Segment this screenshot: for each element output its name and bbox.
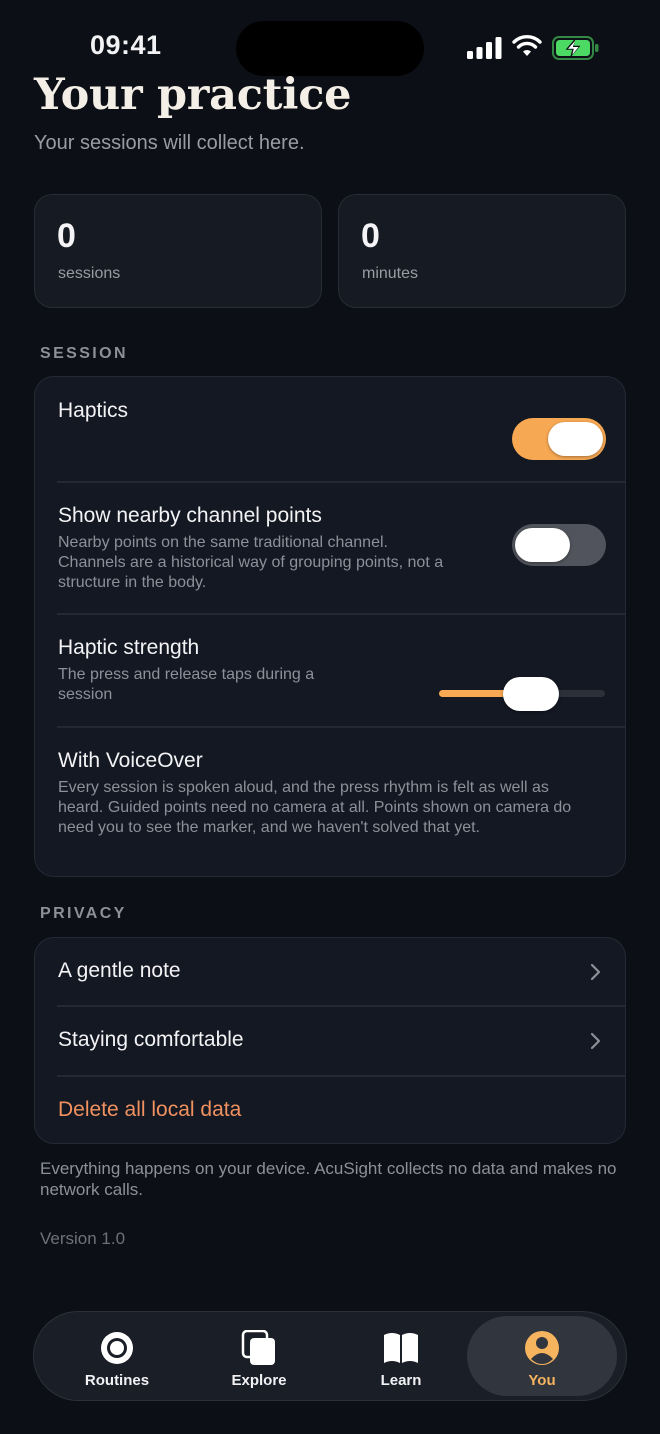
nearby-points-row: Show nearby channel points Nearby points… <box>35 482 625 614</box>
minutes-stat-card: 0 minutes <box>338 194 626 308</box>
nearby-points-description: Nearby points on the same traditional ch… <box>58 534 444 591</box>
tab-label: Learn <box>380 1372 422 1389</box>
tab-explore[interactable]: Explore <box>184 1316 334 1396</box>
tab-label: Routines <box>84 1372 150 1389</box>
book-icon <box>384 1333 418 1363</box>
gentle-note-label: A gentle note <box>58 959 181 982</box>
voiceover-description: Every session is spoken aloud, and the p… <box>58 779 572 836</box>
delete-data-button[interactable]: Delete all local data <box>58 1098 241 1122</box>
toggle-knob <box>548 422 603 456</box>
haptics-row: Haptics <box>35 377 625 482</box>
tab-bar: Routines Explore Learn You <box>33 1311 627 1401</box>
person-icon <box>525 1331 559 1365</box>
haptics-title: Haptics <box>58 399 129 422</box>
page-subtitle: Your sessions will collect here. <box>34 132 305 154</box>
page-title: Your practice <box>34 70 352 120</box>
tab-label: You <box>528 1372 556 1389</box>
minutes-count: 0 <box>361 217 380 255</box>
nearby-points-toggle[interactable] <box>512 524 606 566</box>
minutes-label: minutes <box>362 265 419 282</box>
sessions-label: sessions <box>58 265 121 282</box>
battery-charging-icon <box>552 36 599 60</box>
staying-comfortable-row[interactable]: Staying comfortable <box>35 1006 625 1076</box>
haptic-strength-row: Haptic strength The press and release ta… <box>35 614 625 726</box>
status-time: 09:41 <box>90 30 162 60</box>
privacy-card: A gentle note Staying comfortable Delete… <box>34 937 626 1144</box>
haptics-toggle[interactable] <box>512 418 606 460</box>
haptic-strength-description: The press and release taps during a sess… <box>58 666 315 703</box>
gentle-note-row[interactable]: A gentle note <box>35 938 625 1006</box>
staying-comfortable-label: Staying comfortable <box>58 1028 244 1051</box>
cards-icon <box>241 1330 275 1365</box>
haptic-strength-title: Haptic strength <box>58 636 200 659</box>
cellular-signal-icon <box>467 37 502 59</box>
wifi-icon <box>512 35 542 56</box>
privacy-section-header: PRIVACY <box>40 905 127 922</box>
tab-label: Explore <box>231 1372 287 1389</box>
delete-data-row[interactable]: Delete all local data <box>35 1076 625 1143</box>
haptic-strength-slider[interactable] <box>439 677 605 711</box>
session-settings-card: Haptics Show nearby channel points Nearb… <box>34 376 626 877</box>
tab-you[interactable]: You <box>467 1316 617 1396</box>
dynamic-island <box>236 21 424 76</box>
tab-learn[interactable]: Learn <box>326 1316 476 1396</box>
slider-thumb[interactable] <box>503 677 559 711</box>
chevron-right-icon <box>590 963 601 981</box>
tab-routines[interactable]: Routines <box>42 1316 192 1396</box>
voiceover-row: With VoiceOver Every session is spoken a… <box>35 727 625 876</box>
chevron-right-icon <box>590 1032 601 1050</box>
sessions-stat-card: 0 sessions <box>34 194 322 308</box>
voiceover-title: With VoiceOver <box>58 749 203 772</box>
nearby-points-title: Show nearby channel points <box>58 504 322 527</box>
toggle-knob <box>515 528 570 562</box>
sessions-count: 0 <box>57 217 76 255</box>
session-section-header: SESSION <box>40 345 128 362</box>
version-label: Version 1.0 <box>40 1229 126 1248</box>
privacy-footer-note: Everything happens on your device. AcuSi… <box>40 1159 617 1199</box>
target-icon <box>101 1332 133 1364</box>
